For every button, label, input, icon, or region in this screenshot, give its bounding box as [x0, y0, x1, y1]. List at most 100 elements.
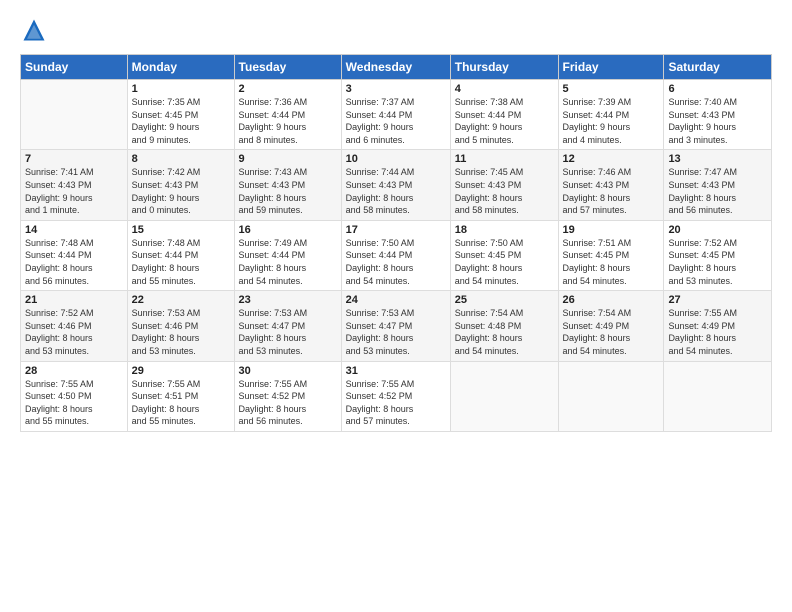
day-number: 16 [239, 224, 337, 236]
calendar-cell: 13Sunrise: 7:47 AM Sunset: 4:43 PM Dayli… [664, 150, 772, 220]
logo-icon [20, 16, 48, 44]
day-info: Sunrise: 7:53 AM Sunset: 4:46 PM Dayligh… [132, 307, 230, 357]
calendar-cell: 22Sunrise: 7:53 AM Sunset: 4:46 PM Dayli… [127, 291, 234, 361]
weekday-header: Sunday [21, 55, 128, 80]
calendar-cell: 4Sunrise: 7:38 AM Sunset: 4:44 PM Daylig… [450, 80, 558, 150]
day-number: 1 [132, 83, 230, 95]
day-info: Sunrise: 7:44 AM Sunset: 4:43 PM Dayligh… [346, 166, 446, 216]
day-info: Sunrise: 7:41 AM Sunset: 4:43 PM Dayligh… [25, 166, 123, 216]
day-number: 19 [563, 224, 660, 236]
day-number: 9 [239, 153, 337, 165]
calendar-cell [664, 361, 772, 431]
calendar-week-row: 21Sunrise: 7:52 AM Sunset: 4:46 PM Dayli… [21, 291, 772, 361]
calendar-cell: 24Sunrise: 7:53 AM Sunset: 4:47 PM Dayli… [341, 291, 450, 361]
day-number: 23 [239, 294, 337, 306]
calendar-cell: 31Sunrise: 7:55 AM Sunset: 4:52 PM Dayli… [341, 361, 450, 431]
day-number: 31 [346, 365, 446, 377]
day-number: 3 [346, 83, 446, 95]
day-info: Sunrise: 7:46 AM Sunset: 4:43 PM Dayligh… [563, 166, 660, 216]
calendar-cell: 11Sunrise: 7:45 AM Sunset: 4:43 PM Dayli… [450, 150, 558, 220]
day-info: Sunrise: 7:53 AM Sunset: 4:47 PM Dayligh… [346, 307, 446, 357]
weekday-header: Thursday [450, 55, 558, 80]
day-info: Sunrise: 7:38 AM Sunset: 4:44 PM Dayligh… [455, 96, 554, 146]
weekday-header: Tuesday [234, 55, 341, 80]
day-number: 21 [25, 294, 123, 306]
calendar-cell: 16Sunrise: 7:49 AM Sunset: 4:44 PM Dayli… [234, 220, 341, 290]
day-number: 10 [346, 153, 446, 165]
day-info: Sunrise: 7:42 AM Sunset: 4:43 PM Dayligh… [132, 166, 230, 216]
weekday-header: Saturday [664, 55, 772, 80]
day-info: Sunrise: 7:37 AM Sunset: 4:44 PM Dayligh… [346, 96, 446, 146]
header [20, 16, 772, 44]
calendar-cell: 18Sunrise: 7:50 AM Sunset: 4:45 PM Dayli… [450, 220, 558, 290]
day-info: Sunrise: 7:53 AM Sunset: 4:47 PM Dayligh… [239, 307, 337, 357]
day-number: 28 [25, 365, 123, 377]
day-info: Sunrise: 7:45 AM Sunset: 4:43 PM Dayligh… [455, 166, 554, 216]
calendar-cell: 8Sunrise: 7:42 AM Sunset: 4:43 PM Daylig… [127, 150, 234, 220]
day-number: 12 [563, 153, 660, 165]
day-info: Sunrise: 7:39 AM Sunset: 4:44 PM Dayligh… [563, 96, 660, 146]
day-number: 18 [455, 224, 554, 236]
calendar-cell: 27Sunrise: 7:55 AM Sunset: 4:49 PM Dayli… [664, 291, 772, 361]
day-info: Sunrise: 7:50 AM Sunset: 4:44 PM Dayligh… [346, 237, 446, 287]
calendar-cell: 21Sunrise: 7:52 AM Sunset: 4:46 PM Dayli… [21, 291, 128, 361]
day-info: Sunrise: 7:55 AM Sunset: 4:52 PM Dayligh… [239, 378, 337, 428]
calendar-week-row: 28Sunrise: 7:55 AM Sunset: 4:50 PM Dayli… [21, 361, 772, 431]
day-number: 6 [668, 83, 767, 95]
calendar-cell: 30Sunrise: 7:55 AM Sunset: 4:52 PM Dayli… [234, 361, 341, 431]
calendar-cell: 23Sunrise: 7:53 AM Sunset: 4:47 PM Dayli… [234, 291, 341, 361]
day-number: 27 [668, 294, 767, 306]
day-number: 26 [563, 294, 660, 306]
day-info: Sunrise: 7:54 AM Sunset: 4:48 PM Dayligh… [455, 307, 554, 357]
day-info: Sunrise: 7:35 AM Sunset: 4:45 PM Dayligh… [132, 96, 230, 146]
calendar-cell [558, 361, 664, 431]
calendar-cell: 2Sunrise: 7:36 AM Sunset: 4:44 PM Daylig… [234, 80, 341, 150]
calendar-cell: 28Sunrise: 7:55 AM Sunset: 4:50 PM Dayli… [21, 361, 128, 431]
calendar-cell: 1Sunrise: 7:35 AM Sunset: 4:45 PM Daylig… [127, 80, 234, 150]
logo [20, 16, 52, 44]
calendar-week-row: 1Sunrise: 7:35 AM Sunset: 4:45 PM Daylig… [21, 80, 772, 150]
weekday-header-row: SundayMondayTuesdayWednesdayThursdayFrid… [21, 55, 772, 80]
page: SundayMondayTuesdayWednesdayThursdayFrid… [0, 0, 792, 612]
calendar-week-row: 14Sunrise: 7:48 AM Sunset: 4:44 PM Dayli… [21, 220, 772, 290]
day-number: 24 [346, 294, 446, 306]
day-number: 20 [668, 224, 767, 236]
day-number: 5 [563, 83, 660, 95]
calendar-cell: 5Sunrise: 7:39 AM Sunset: 4:44 PM Daylig… [558, 80, 664, 150]
calendar-cell: 20Sunrise: 7:52 AM Sunset: 4:45 PM Dayli… [664, 220, 772, 290]
weekday-header: Friday [558, 55, 664, 80]
day-number: 15 [132, 224, 230, 236]
weekday-header: Wednesday [341, 55, 450, 80]
calendar-cell: 15Sunrise: 7:48 AM Sunset: 4:44 PM Dayli… [127, 220, 234, 290]
calendar-cell: 29Sunrise: 7:55 AM Sunset: 4:51 PM Dayli… [127, 361, 234, 431]
calendar-week-row: 7Sunrise: 7:41 AM Sunset: 4:43 PM Daylig… [21, 150, 772, 220]
day-number: 8 [132, 153, 230, 165]
calendar-cell: 12Sunrise: 7:46 AM Sunset: 4:43 PM Dayli… [558, 150, 664, 220]
day-info: Sunrise: 7:54 AM Sunset: 4:49 PM Dayligh… [563, 307, 660, 357]
calendar-cell: 9Sunrise: 7:43 AM Sunset: 4:43 PM Daylig… [234, 150, 341, 220]
day-info: Sunrise: 7:47 AM Sunset: 4:43 PM Dayligh… [668, 166, 767, 216]
day-number: 29 [132, 365, 230, 377]
day-info: Sunrise: 7:48 AM Sunset: 4:44 PM Dayligh… [132, 237, 230, 287]
calendar-cell: 7Sunrise: 7:41 AM Sunset: 4:43 PM Daylig… [21, 150, 128, 220]
day-info: Sunrise: 7:50 AM Sunset: 4:45 PM Dayligh… [455, 237, 554, 287]
day-info: Sunrise: 7:55 AM Sunset: 4:52 PM Dayligh… [346, 378, 446, 428]
calendar-cell [450, 361, 558, 431]
day-info: Sunrise: 7:55 AM Sunset: 4:49 PM Dayligh… [668, 307, 767, 357]
day-number: 17 [346, 224, 446, 236]
day-info: Sunrise: 7:51 AM Sunset: 4:45 PM Dayligh… [563, 237, 660, 287]
day-info: Sunrise: 7:48 AM Sunset: 4:44 PM Dayligh… [25, 237, 123, 287]
day-info: Sunrise: 7:55 AM Sunset: 4:51 PM Dayligh… [132, 378, 230, 428]
day-number: 4 [455, 83, 554, 95]
calendar-cell: 25Sunrise: 7:54 AM Sunset: 4:48 PM Dayli… [450, 291, 558, 361]
calendar-cell: 26Sunrise: 7:54 AM Sunset: 4:49 PM Dayli… [558, 291, 664, 361]
day-info: Sunrise: 7:52 AM Sunset: 4:45 PM Dayligh… [668, 237, 767, 287]
day-info: Sunrise: 7:52 AM Sunset: 4:46 PM Dayligh… [25, 307, 123, 357]
calendar-cell: 6Sunrise: 7:40 AM Sunset: 4:43 PM Daylig… [664, 80, 772, 150]
day-number: 22 [132, 294, 230, 306]
day-number: 30 [239, 365, 337, 377]
calendar-cell: 19Sunrise: 7:51 AM Sunset: 4:45 PM Dayli… [558, 220, 664, 290]
weekday-header: Monday [127, 55, 234, 80]
day-number: 2 [239, 83, 337, 95]
calendar-cell [21, 80, 128, 150]
